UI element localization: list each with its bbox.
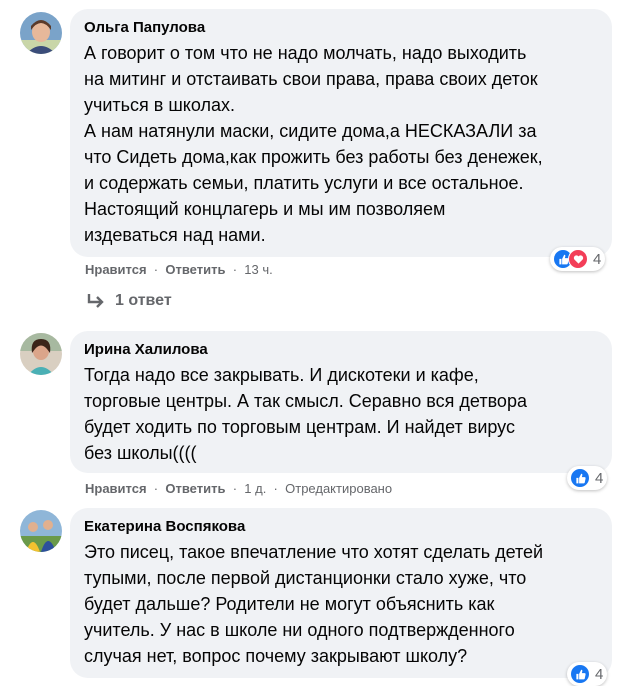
comment-line: тупыми, после первой дистанционки стало …	[84, 568, 527, 588]
avatar[interactable]	[20, 333, 62, 375]
reaction-count: 4	[595, 469, 604, 487]
comment-line: случая нет, вопрос почему закрывают школ…	[84, 646, 468, 666]
separator: ·	[229, 262, 241, 277]
comment-text: Тогда надо все закрывать. И дискотеки и …	[84, 362, 598, 466]
like-icon	[570, 468, 590, 488]
comment-line: будет дальше? Родители не могут объяснит…	[84, 594, 495, 614]
comment-line: на митинг и отстаивать свои права, права…	[84, 69, 538, 89]
comment-text: А говорит о том что не надо молчать, над…	[84, 40, 598, 248]
comment-line: А говорит о том что не надо молчать, над…	[84, 43, 527, 63]
separator: ·	[269, 481, 282, 496]
avatar[interactable]	[20, 12, 62, 54]
reply-button[interactable]: Ответить	[165, 262, 225, 277]
edited-label[interactable]: Отредактировано	[285, 481, 392, 496]
comment-line: что Сидеть дома,как прожить без работы б…	[84, 147, 543, 167]
reply-button[interactable]: Ответить	[165, 481, 225, 496]
comment-author[interactable]: Екатерина Воспякова	[84, 517, 598, 537]
comment-author[interactable]: Ирина Халилова	[84, 340, 598, 360]
timestamp[interactable]: 1 д.	[244, 481, 266, 496]
comment-bubble: Екатерина Воспякова Это писец, такое впе…	[70, 508, 612, 678]
comment-line: А нам натянули маски, сидите дома,а НЕСК…	[84, 121, 537, 141]
comment-line: учитель. У нас в школе ни одного подтвер…	[84, 620, 515, 640]
comment-line: будет ходить по торговым центрам. И найд…	[84, 417, 515, 437]
reaction-summary[interactable]: 4	[567, 466, 608, 490]
comment-line: Это писец, такое впечатление что хотят с…	[84, 542, 544, 562]
replies-count: 1 ответ	[115, 292, 172, 309]
separator: ·	[150, 481, 162, 496]
reply-arrow-icon	[87, 294, 104, 308]
separator: ·	[150, 262, 162, 277]
reaction-count: 4	[593, 250, 602, 268]
comment-actions: Нравится · Ответить · 1 д. · Отредактиро…	[85, 481, 392, 497]
separator: ·	[229, 481, 241, 496]
comment-line: учиться в школах.	[84, 95, 236, 115]
comment-bubble: Ирина Халилова Тогда надо все закрывать.…	[70, 331, 612, 473]
like-button[interactable]: Нравится	[85, 262, 147, 277]
reaction-count: 4	[595, 665, 604, 683]
love-icon	[568, 249, 588, 269]
comment-line: и содержать семьи, платить услуги и все …	[84, 173, 524, 193]
reaction-summary[interactable]: 4	[567, 662, 608, 686]
like-icon	[570, 664, 590, 684]
comment-line: торговые центры. А так смысл. Серавно вс…	[84, 391, 527, 411]
timestamp[interactable]: 13 ч.	[244, 262, 272, 277]
comment-author[interactable]: Ольга Папулова	[84, 18, 598, 38]
comment-line: Настоящий концлагерь и мы им позволяем	[84, 199, 446, 219]
comment-bubble: Ольга Папулова А говорит о том что не на…	[70, 9, 612, 257]
comment-actions: Нравится · Ответить · 13 ч.	[85, 262, 273, 278]
comment-text: Это писец, такое впечатление что хотят с…	[84, 539, 598, 669]
comment-line: издеваться над нами.	[84, 225, 266, 245]
view-replies-button[interactable]: 1 ответ	[85, 292, 172, 310]
comment-line: Тогда надо все закрывать. И дискотеки и …	[84, 365, 479, 385]
avatar[interactable]	[20, 510, 62, 552]
like-button[interactable]: Нравится	[85, 481, 147, 496]
comment-line: без школы((((	[84, 443, 197, 463]
reaction-summary[interactable]: 4	[550, 247, 606, 271]
